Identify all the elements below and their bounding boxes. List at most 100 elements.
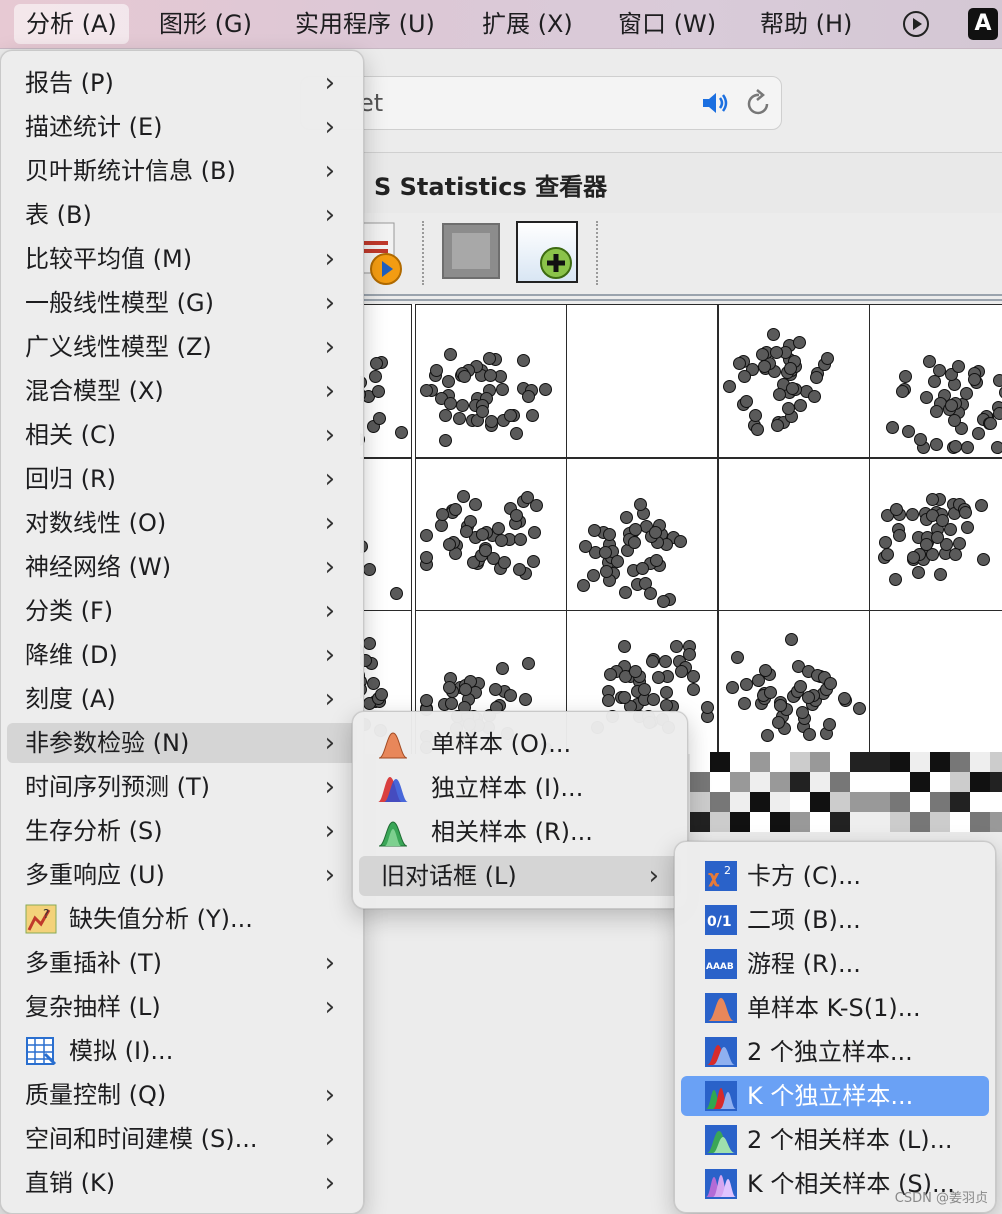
analyze-menu-item[interactable]: 空间和时间建模 (S)... › — [7, 1119, 357, 1159]
scatter-point — [375, 687, 389, 701]
legacy-menu-item[interactable]: χ 2 卡方 (C)... — [681, 856, 989, 896]
legacy-menu-item-label: 2 个独立样本... — [747, 1038, 913, 1066]
menu-help[interactable]: 帮助 (H) — [748, 4, 864, 44]
reload-icon[interactable] — [746, 89, 772, 117]
menu-window[interactable]: 窗口 (W) — [606, 4, 728, 44]
export-document-icon[interactable] — [360, 219, 406, 285]
analyze-menu-item[interactable]: 生存分析 (S) › — [7, 811, 357, 851]
scatter-point — [483, 351, 497, 365]
legacy-menu-item[interactable]: 单样本 K-S(1)... — [681, 988, 989, 1028]
analyze-menu-item[interactable]: 一般线性模型 (G) › — [7, 283, 357, 323]
scatter-point — [659, 654, 673, 668]
scatter-point — [764, 685, 778, 699]
analyze-menu-item[interactable]: 刻度 (A) › — [7, 679, 357, 719]
analyze-menu-item[interactable]: 相关 (C) › — [7, 415, 357, 455]
pixel — [850, 792, 870, 812]
legacy-dialogs-submenu: χ 2 卡方 (C)... 0/1 二项 (B)... AAAB 游程 (R)... 单样本 … — [674, 841, 996, 1213]
analyze-menu-item[interactable]: 描述统计 (E) › — [7, 107, 357, 147]
analyze-menu-item[interactable]: 多重插补 (T) › — [7, 943, 357, 983]
nonparametric-menu-item[interactable]: 相关样本 (R)... — [359, 812, 681, 852]
scatter-point — [723, 380, 736, 394]
scatter-point — [529, 499, 543, 513]
legacy-menu-item[interactable]: K 个独立样本... — [681, 1076, 989, 1116]
chevron-right-icon: › — [324, 816, 335, 846]
analyze-menu-item[interactable]: 分类 (F) › — [7, 591, 357, 631]
scatter-point — [527, 526, 541, 540]
analyze-menu-item[interactable]: 广义线性模型 (Z) › — [7, 327, 357, 367]
analyze-menu-item[interactable]: 表 (B) › — [7, 195, 357, 235]
legacy-menu-item[interactable]: 2 个独立样本... — [681, 1032, 989, 1072]
address-field[interactable]: et — [300, 76, 782, 130]
analyze-menu-item-label: 混合模型 (X) — [25, 377, 164, 405]
analyze-menu-item[interactable]: ? 缺失值分析 (Y)... — [7, 899, 357, 939]
analyze-menu-item[interactable]: 降维 (D) › — [7, 635, 357, 675]
scatter-cell — [718, 610, 870, 754]
legacy-menu-item[interactable]: 0/1 二项 (B)... — [681, 900, 989, 940]
analyze-menu-item[interactable]: 比较平均值 (M) › — [7, 239, 357, 279]
pixel — [750, 752, 770, 772]
legacy-menu-item-label: 二项 (B)... — [747, 906, 861, 934]
play-icon[interactable] — [903, 11, 929, 37]
menu-extensions[interactable]: 扩展 (X) — [470, 4, 585, 44]
scatter-point — [951, 360, 965, 374]
analyze-menu-item[interactable]: 非参数检验 (N) › — [7, 723, 357, 763]
analyze-menu-item[interactable]: 神经网络 (W) › — [7, 547, 357, 587]
scatter-point — [519, 692, 533, 706]
analyze-menu-item[interactable]: 多重响应 (U) › — [7, 855, 357, 895]
legacy-menu-item[interactable]: 2 个相关样本 (L)... — [681, 1120, 989, 1160]
input-source-icon[interactable]: A — [968, 8, 998, 40]
scatter-point — [670, 640, 684, 653]
pixel — [770, 772, 790, 792]
analyze-menu: 报告 (P) › 描述统计 (E) › 贝叶斯统计信息 (B) › 表 (B) › 比较平均值 … — [0, 50, 364, 1214]
scatter-point — [459, 524, 473, 538]
menu-utilities[interactable]: 实用程序 (U) — [283, 4, 447, 44]
analyze-menu-item[interactable]: 复杂抽样 (L) › — [7, 987, 357, 1027]
nonparametric-menu-item[interactable]: 旧对话框 (L) › — [359, 856, 681, 896]
analyze-menu-item[interactable]: 质量控制 (Q) › — [7, 1075, 357, 1115]
analyze-menu-item[interactable]: 回归 (R) › — [7, 459, 357, 499]
watermark: CSDN @姜羽贞 — [894, 1191, 988, 1206]
analyze-menu-item[interactable]: 报告 (P) › — [7, 63, 357, 103]
pixel — [970, 792, 990, 812]
scatter-point — [929, 438, 943, 452]
viewer-toolbar — [360, 213, 1002, 295]
analyze-menu-item[interactable]: 模拟 (I)... — [7, 1031, 357, 1071]
nonparametric-menu-item[interactable]: 单样本 (O)... — [359, 724, 681, 764]
scatter-point — [773, 699, 787, 713]
pixel — [710, 812, 730, 832]
analyze-menu-item[interactable]: 直销 (K) › — [7, 1163, 357, 1203]
add-icon[interactable] — [516, 221, 578, 283]
pixel — [690, 812, 710, 832]
scatter-point — [497, 556, 511, 570]
scatter-point — [395, 426, 408, 440]
pixel — [730, 752, 750, 772]
scatter-point — [935, 513, 949, 527]
nonparametric-menu-item[interactable]: 独立样本 (I)... — [359, 768, 681, 808]
scatter-point — [808, 389, 822, 403]
scatter-point — [929, 405, 943, 419]
analyze-menu-item[interactable]: 对数线性 (O) › — [7, 503, 357, 543]
scatter-point — [370, 356, 384, 370]
analyze-menu-item[interactable]: 时间序列预测 (T) › — [7, 767, 357, 807]
menu-analyze[interactable]: 分析 (A) — [14, 4, 129, 44]
analyze-menu-item[interactable]: 混合模型 (X) › — [7, 371, 357, 411]
scatter-point — [496, 383, 510, 397]
scatter-point — [912, 566, 926, 580]
missing-values-icon: ? — [25, 904, 57, 934]
menu-graphs[interactable]: 图形 (G) — [147, 4, 264, 44]
analyze-menu-item-label: 分类 (F) — [25, 597, 114, 625]
pixel — [770, 752, 790, 772]
scatter-point — [444, 397, 458, 411]
chevron-right-icon: › — [324, 552, 335, 582]
analyze-menu-item[interactable]: 贝叶斯统计信息 (B) › — [7, 151, 357, 191]
chevron-right-icon: › — [324, 68, 335, 98]
legacy-menu-item[interactable]: AAAB 游程 (R)... — [681, 944, 989, 984]
analyze-menu-item-label: 一般线性模型 (G) — [25, 289, 214, 317]
speaker-icon[interactable] — [701, 91, 729, 115]
scatter-point — [810, 370, 824, 384]
pixel — [910, 812, 930, 832]
chevron-right-icon: › — [324, 772, 335, 802]
scatter-point — [958, 506, 972, 520]
pixelated-region — [690, 752, 1002, 832]
scatter-point — [438, 434, 452, 448]
